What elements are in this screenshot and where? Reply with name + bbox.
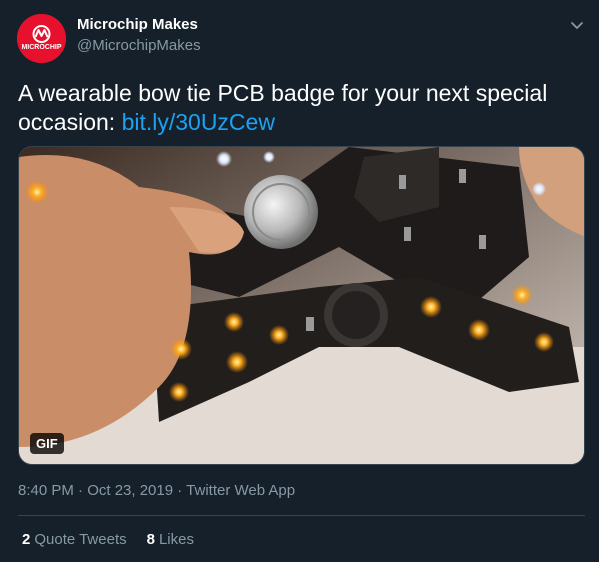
gif-badge: GIF <box>30 433 64 454</box>
tweet-timestamp[interactable]: 8:40 PM · Oct 23, 2019 <box>18 482 173 499</box>
quote-tweets-count: 2 <box>22 531 31 548</box>
tweet-source[interactable]: Twitter Web App <box>186 482 295 499</box>
tweet-media-gif[interactable]: GIF <box>18 146 585 465</box>
chevron-down-icon[interactable] <box>567 15 587 35</box>
quote-tweets-label: Quote Tweets <box>34 531 127 548</box>
logo-text: MICROCHIP <box>21 44 61 51</box>
bow-tie-photo <box>19 147 584 464</box>
author-avatar[interactable]: MICROCHIP <box>17 14 66 63</box>
likes-label: Likes <box>158 531 194 548</box>
author-handle[interactable]: @MicrochipMakes <box>77 37 201 54</box>
meta-separator: · <box>173 482 187 499</box>
tweet-meta: 8:40 PM · Oct 23, 2019 · Twitter Web App <box>18 482 295 499</box>
microchip-logo-icon: MICROCHIP <box>17 14 66 63</box>
likes-stat[interactable]: 8 Likes <box>147 531 194 548</box>
tweet-link[interactable]: bit.ly/30UzCew <box>122 109 275 135</box>
tweet-body: A wearable bow tie PCB badge for your ne… <box>18 80 548 135</box>
author-display-name[interactable]: Microchip Makes <box>77 16 198 33</box>
quote-tweets-stat[interactable]: 2 Quote Tweets <box>22 531 127 548</box>
tweet-text: A wearable bow tie PCB badge for your ne… <box>18 79 578 137</box>
tweet: MICROCHIP Microchip Makes @MicrochipMake… <box>0 0 599 562</box>
divider <box>18 515 585 516</box>
tweet-stats: 2 Quote Tweets 8 Likes <box>22 531 194 548</box>
likes-count: 8 <box>146 531 155 548</box>
